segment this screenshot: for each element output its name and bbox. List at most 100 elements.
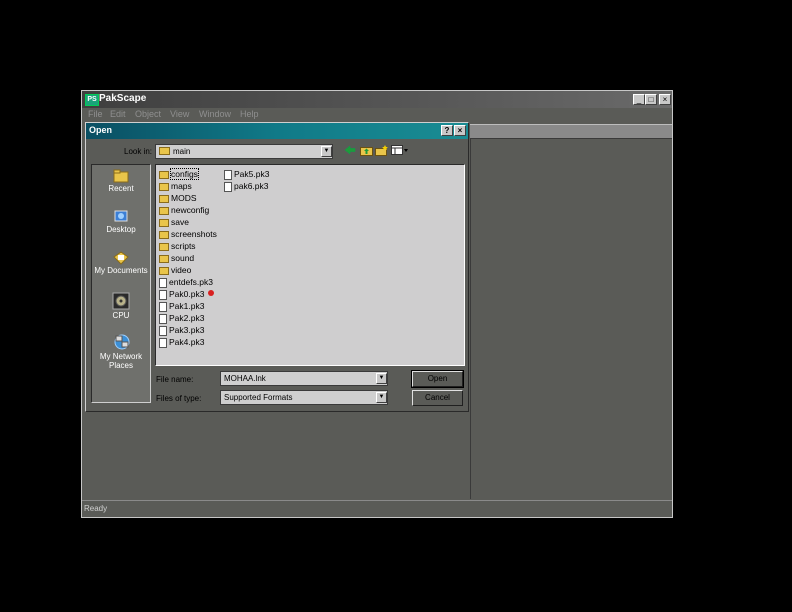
- desktop-icon: [113, 210, 129, 224]
- menu-bar: File Edit Object View Window Help: [82, 108, 672, 122]
- open-dialog: Open ? × Look in: main ▼ Recent Desktop: [85, 122, 469, 412]
- file-icon: [224, 169, 232, 180]
- workspace-divider: [470, 139, 471, 499]
- file-icon: [159, 313, 167, 324]
- file-item[interactable]: Pak4.pk3: [159, 336, 217, 348]
- menu-window[interactable]: Window: [199, 109, 231, 119]
- menu-view[interactable]: View: [170, 109, 189, 119]
- file-icon: [159, 289, 167, 300]
- file-icon: [159, 301, 167, 312]
- dialog-close-button[interactable]: ×: [454, 125, 466, 136]
- chevron-down-icon[interactable]: ▼: [376, 373, 387, 384]
- file-item[interactable]: Pak1.pk3: [159, 300, 217, 312]
- folder-item[interactable]: configs: [159, 168, 217, 180]
- file-item[interactable]: entdefs.pk3: [159, 276, 217, 288]
- file-column-2: Pak5.pk3 pak6.pk3: [224, 168, 269, 192]
- file-list[interactable]: configs maps MODS newconfig save screenshots s…: [155, 164, 465, 366]
- item-label: video: [171, 265, 192, 275]
- item-label: MODS: [171, 193, 197, 203]
- folder-icon: [159, 147, 170, 155]
- toolbar-strip: [470, 124, 672, 139]
- look-in-value: main: [173, 147, 191, 156]
- help-button[interactable]: ?: [441, 125, 453, 136]
- status-text: Ready: [84, 504, 108, 513]
- file-item[interactable]: Pak3.pk3: [159, 324, 217, 336]
- drive-icon: [112, 292, 130, 310]
- folder-item[interactable]: maps: [159, 180, 217, 192]
- file-icon: [159, 325, 167, 336]
- chevron-down-icon[interactable]: ▼: [376, 392, 387, 403]
- item-label: scripts: [171, 241, 196, 251]
- file-item[interactable]: Pak2.pk3: [159, 312, 217, 324]
- look-in-dropdown[interactable]: main ▼: [155, 144, 333, 159]
- dialog-titlebar[interactable]: Open ? ×: [86, 123, 468, 139]
- open-button[interactable]: Open: [411, 370, 464, 388]
- dialog-title: Open: [89, 125, 113, 135]
- item-label: Pak0.pk3: [169, 289, 205, 299]
- back-icon[interactable]: [343, 145, 357, 158]
- file-icon: [159, 337, 167, 348]
- view-menu-icon[interactable]: [391, 145, 409, 158]
- folder-item[interactable]: MODS: [159, 192, 217, 204]
- file-name-label: File name:: [156, 375, 194, 384]
- menu-edit[interactable]: Edit: [110, 109, 126, 119]
- marker-dot: [208, 290, 214, 296]
- recent-icon: [113, 169, 129, 183]
- folder-icon: [159, 194, 169, 203]
- folder-icon: [159, 242, 169, 251]
- item-label: Pak2.pk3: [169, 313, 205, 323]
- file-name-input[interactable]: MOHAA.lnk ▼: [220, 371, 388, 386]
- menu-help[interactable]: Help: [240, 109, 259, 119]
- menu-file[interactable]: File: [88, 109, 103, 119]
- item-label: Pak4.pk3: [169, 337, 205, 347]
- place-desktop[interactable]: Desktop: [92, 210, 150, 234]
- folder-icon: [159, 170, 169, 179]
- files-of-type-value: Supported Formats: [224, 393, 293, 402]
- item-label: Pak3.pk3: [169, 325, 205, 335]
- file-item[interactable]: Pak5.pk3: [224, 168, 269, 180]
- item-label: pak6.pk3: [234, 181, 269, 191]
- place-network[interactable]: My Network Places: [92, 333, 150, 370]
- network-icon: [113, 333, 130, 351]
- files-of-type-label: Files of type:: [156, 394, 202, 403]
- up-folder-icon[interactable]: [359, 145, 373, 158]
- folder-item[interactable]: newconfig: [159, 204, 217, 216]
- item-label: sound: [171, 253, 195, 263]
- chevron-down-icon[interactable]: ▼: [321, 146, 332, 157]
- file-column-1: configs maps MODS newconfig save screenshots s…: [159, 168, 217, 348]
- folder-icon: [159, 218, 169, 227]
- minimize-button[interactable]: _: [633, 94, 645, 105]
- folder-icon: [159, 266, 169, 275]
- folder-item[interactable]: scripts: [159, 240, 217, 252]
- app-icon: PS: [85, 94, 99, 106]
- folder-item[interactable]: video: [159, 264, 217, 276]
- folder-item[interactable]: sound: [159, 252, 217, 264]
- item-label: configs: [170, 168, 199, 180]
- item-label: screenshots: [171, 229, 217, 239]
- place-my-documents[interactable]: My Documents: [92, 251, 150, 275]
- item-label: Pak5.pk3: [234, 169, 270, 179]
- place-cpu[interactable]: CPU: [92, 292, 150, 320]
- item-label: Pak1.pk3: [169, 301, 205, 311]
- new-folder-icon[interactable]: [374, 145, 388, 158]
- folder-item[interactable]: screenshots: [159, 228, 217, 240]
- place-recent[interactable]: Recent: [92, 169, 150, 193]
- item-label: newconfig: [171, 205, 210, 215]
- files-of-type-dropdown[interactable]: Supported Formats ▼: [220, 390, 388, 405]
- maximize-button[interactable]: □: [645, 94, 657, 105]
- item-label: maps: [171, 181, 192, 191]
- folder-item[interactable]: save: [159, 216, 217, 228]
- folder-icon: [159, 182, 169, 191]
- status-bar: Ready: [82, 500, 672, 517]
- app-titlebar[interactable]: PS PakScape _ □ ×: [82, 91, 672, 108]
- file-icon: [159, 277, 167, 288]
- my-documents-icon: [113, 251, 129, 265]
- folder-icon: [159, 254, 169, 263]
- cancel-button[interactable]: Cancel: [412, 390, 463, 406]
- folder-icon: [159, 230, 169, 239]
- close-button[interactable]: ×: [659, 94, 671, 105]
- menu-object[interactable]: Object: [135, 109, 161, 119]
- places-bar: Recent Desktop My Documents CPU My Netwo…: [91, 164, 151, 403]
- file-item[interactable]: pak6.pk3: [224, 180, 269, 192]
- app-title: PakScape: [99, 93, 147, 104]
